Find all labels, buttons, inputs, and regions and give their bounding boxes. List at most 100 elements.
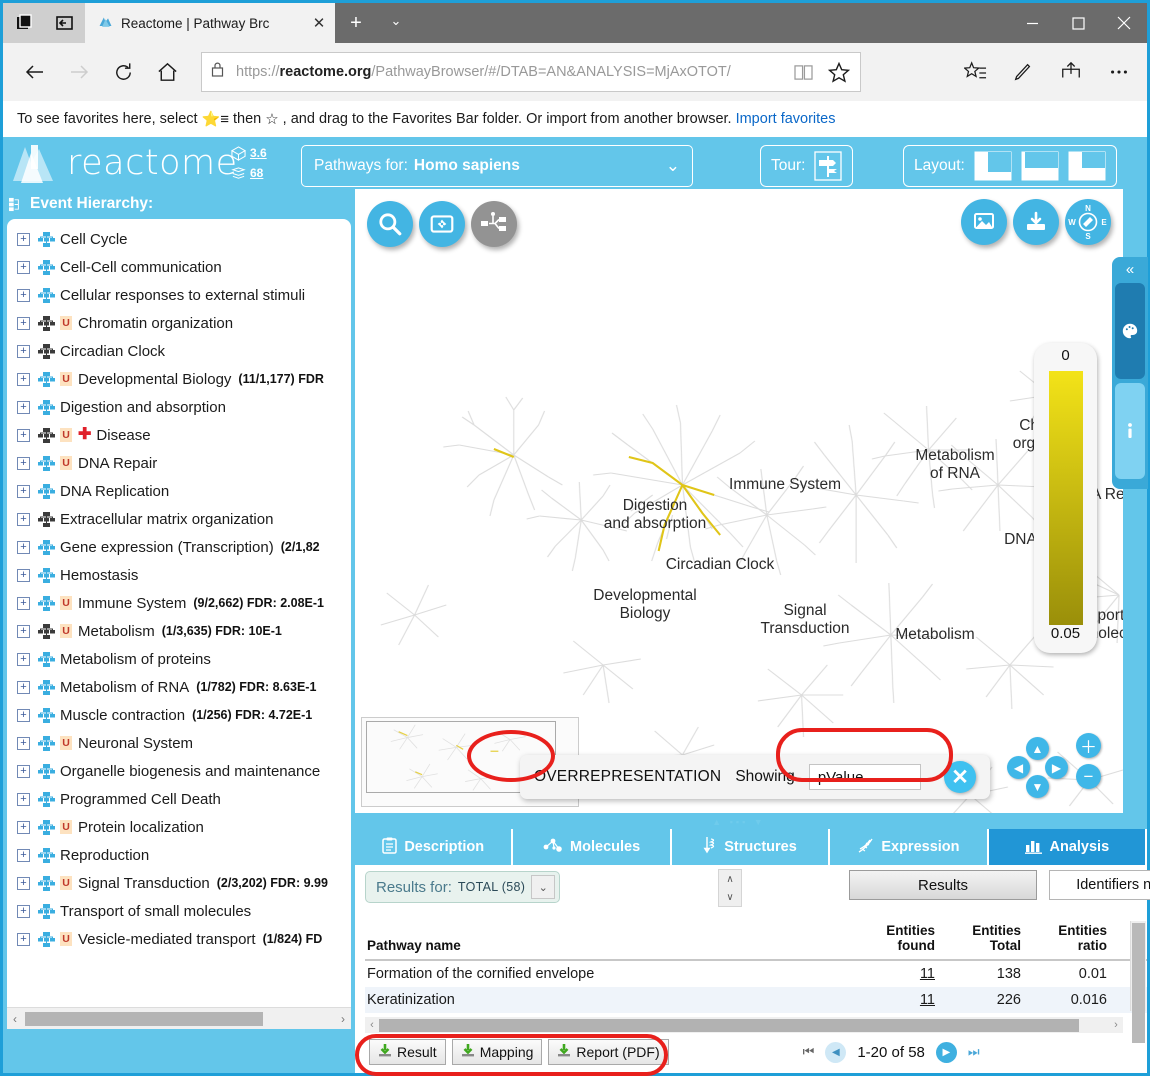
next-page-icon[interactable]: ▶ [935, 1041, 957, 1063]
expand-icon[interactable]: + [17, 372, 30, 386]
back-button[interactable] [13, 50, 57, 94]
home-button[interactable] [145, 50, 189, 94]
expand-icon[interactable]: + [17, 792, 30, 806]
pan-left-icon[interactable]: ◀ [1007, 756, 1030, 779]
tree-item[interactable]: + Gene expression (Transcription) (2/1,82 [7, 533, 351, 561]
collapse-flyout-icon[interactable]: « [1126, 261, 1134, 279]
expand-icon[interactable]: + [17, 932, 30, 946]
cell-entities-found[interactable]: 11 [867, 987, 945, 1013]
tree-item[interactable]: + Programmed Cell Death [7, 785, 351, 813]
tree-item[interactable]: + U Chromatin organization [7, 309, 351, 337]
tree-item[interactable]: + Hemostasis [7, 561, 351, 589]
tab-close-icon[interactable]: ✕ [309, 13, 329, 33]
pan-up-icon[interactable]: ▲ [1026, 737, 1049, 760]
spinner-down-icon[interactable]: ∨ [719, 888, 741, 906]
diagram-pan-pad[interactable]: ▲ ◀ ▶ ▼ [1007, 737, 1069, 799]
expand-icon[interactable]: + [17, 596, 30, 610]
new-tab-button[interactable]: + [343, 11, 369, 37]
favorites-hub-icon[interactable] [953, 50, 997, 94]
tab-molecules[interactable]: Molecules [513, 829, 672, 865]
panel-resize-grip[interactable]: ▲ ▪▪▪ ▼ [355, 817, 1123, 827]
tour-control[interactable]: Tour: [760, 145, 854, 187]
tree-item[interactable]: + Extracellular matrix organization [7, 505, 351, 533]
expand-icon[interactable]: + [17, 400, 30, 414]
table-row[interactable]: Formation of the cornified envelope 11 138… [365, 960, 1147, 987]
results-horizontal-scrollbar[interactable]: ‹ › [365, 1017, 1123, 1033]
expand-icon[interactable]: + [17, 736, 30, 750]
browser-tab[interactable]: Reactome | Pathway Brc ✕ [85, 3, 335, 43]
results-button[interactable]: Results [849, 870, 1037, 900]
release-version-link[interactable]: 68 [250, 166, 263, 180]
import-favorites-link[interactable]: Import favorites [736, 111, 836, 127]
expand-icon[interactable]: + [17, 652, 30, 666]
column-entities-found[interactable]: Entities found [867, 921, 945, 961]
tab-expression[interactable]: Expression [830, 829, 989, 865]
tree-item[interactable]: + U Metabolism (1/3,635) FDR: 10E-1 [7, 617, 351, 645]
search-icon[interactable] [367, 201, 413, 247]
legend-palette-icon[interactable] [1115, 283, 1145, 379]
tree-item[interactable]: + U Protein localization [7, 813, 351, 841]
settings-more-icon[interactable] [1097, 50, 1141, 94]
minimize-button[interactable] [1009, 3, 1055, 43]
scroll-right-icon[interactable]: › [335, 1012, 351, 1026]
expand-icon[interactable]: + [17, 876, 30, 890]
tree-item[interactable]: + U Immune System (9/2,662) FDR: 2.08E-1 [7, 589, 351, 617]
chevron-down-icon[interactable]: ⌄ [531, 875, 556, 899]
fit-to-screen-icon[interactable] [419, 201, 465, 247]
species-selector[interactable]: Pathways for: Homo sapiens ⌄ [301, 145, 693, 187]
db-version-link[interactable]: 3.6 [250, 146, 267, 160]
layout-option-1-icon[interactable] [974, 151, 1012, 181]
close-analysis-icon[interactable]: ✕ [944, 761, 976, 793]
web-notes-icon[interactable] [1001, 50, 1045, 94]
expand-icon[interactable]: + [17, 428, 30, 442]
expand-icon[interactable]: + [17, 316, 30, 330]
download-result-button[interactable]: Result [369, 1039, 446, 1065]
results-for-selector[interactable]: Results for: TOTAL (58) ⌄ [365, 871, 561, 903]
tab-list-dropdown-icon[interactable]: ⌄ [383, 13, 409, 35]
showing-value-select[interactable]: pValue ⌄ [808, 764, 921, 790]
share-icon[interactable] [1049, 50, 1093, 94]
scroll-right-icon[interactable]: › [1109, 1019, 1123, 1031]
tree-item[interactable]: + Muscle contraction (1/256) FDR: 4.72E-1 [7, 701, 351, 729]
tree-item[interactable]: + Metabolism of RNA (1/782) FDR: 8.63E-1 [7, 673, 351, 701]
maximize-button[interactable] [1055, 3, 1101, 43]
info-icon[interactable] [1115, 383, 1145, 479]
add-favorite-star-icon[interactable] [826, 61, 852, 83]
pan-down-icon[interactable]: ▼ [1026, 775, 1049, 798]
tree-item[interactable]: + Metabolism of proteins [7, 645, 351, 673]
column-entities-total[interactable]: Entities Total [945, 921, 1031, 961]
table-row[interactable]: Keratinization112260.0165.04 [365, 987, 1147, 1013]
zoom-out-icon[interactable]: − [1076, 764, 1101, 789]
expand-icon[interactable]: + [17, 512, 30, 526]
tree-item[interactable]: + DNA Replication [7, 477, 351, 505]
layout-option-3-icon[interactable] [1068, 151, 1106, 181]
tree-item[interactable]: + Digestion and absorption [7, 393, 351, 421]
expand-icon[interactable]: + [17, 764, 30, 778]
snapshot-image-icon[interactable] [961, 199, 1007, 245]
tree-item[interactable]: + U Neuronal System [7, 729, 351, 757]
reading-view-icon[interactable] [790, 64, 816, 81]
results-spinner[interactable]: ∧ ∨ [718, 869, 742, 907]
layout-control[interactable]: Layout: [903, 145, 1117, 187]
expand-icon[interactable]: + [17, 232, 30, 246]
tree-item[interactable]: + Circadian Clock [7, 337, 351, 365]
expand-icon[interactable]: + [17, 288, 30, 302]
tree-item[interactable]: + U ✚ Disease [7, 421, 351, 449]
column-entities-ratio[interactable]: Entities ratio [1031, 921, 1117, 961]
pvalue-legend[interactable]: 0 0.05 [1034, 343, 1097, 653]
reload-button[interactable] [101, 50, 145, 94]
scroll-left-icon[interactable]: ‹ [365, 1019, 379, 1031]
tree-item[interactable]: + U Signal Transduction (2/3,202) FDR: 9.99 [7, 869, 351, 897]
address-bar[interactable]: https://reactome.org/PathwayBrowser/#/DT… [201, 52, 861, 92]
spinner-up-icon[interactable]: ∧ [719, 870, 741, 888]
entities-found-link[interactable]: 11 [920, 966, 935, 982]
reactome-logo[interactable]: reactome [9, 139, 238, 187]
tab-analysis[interactable]: Analysis [988, 829, 1148, 865]
tree-item[interactable]: + Reproduction [7, 841, 351, 869]
expand-icon[interactable]: + [17, 904, 30, 918]
tab-preview-icon[interactable] [3, 3, 44, 43]
tree-item[interactable]: + Cell Cycle [7, 225, 351, 253]
close-button[interactable] [1101, 3, 1147, 43]
tree-item[interactable]: + Cell-Cell communication [7, 253, 351, 281]
first-page-icon[interactable]: ⏮ [803, 1044, 815, 1060]
